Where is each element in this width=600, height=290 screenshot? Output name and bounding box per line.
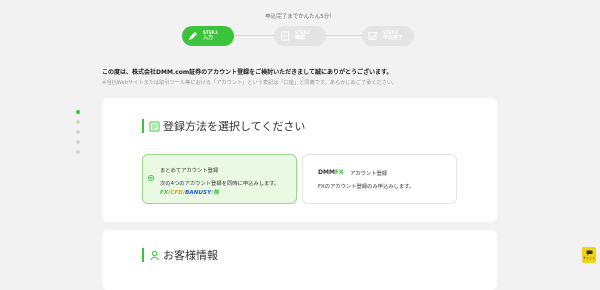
brand-logos: FX/CFD/BANUSY/株 xyxy=(160,190,219,196)
brand-banusy: BANUSY xyxy=(185,190,212,196)
nav-dot-1[interactable] xyxy=(76,110,80,114)
intro-text: この度は、株式会社DMM.com証券のアカウント登録をご検討いただきまして誠にあ… xyxy=(102,69,393,76)
checkbox-icon xyxy=(368,32,378,40)
account-note: ※当社Webサイトまたは取引ツール等における「アカウント」という表記は「口座」と… xyxy=(102,80,398,86)
option-bulk-description: 次の4つのアカウント登録を同時に申込みします。 xyxy=(160,181,280,187)
fx-logo-text: FX xyxy=(334,169,344,176)
pencil-icon xyxy=(189,32,197,40)
step-2-label: 確認 xyxy=(295,35,306,41)
brand-cfd: CFD xyxy=(170,190,183,196)
brand-fx: FX xyxy=(160,190,169,196)
step-2: STEP.2 確認 xyxy=(274,26,326,46)
step-3: STEP.3 申込完了 xyxy=(362,26,414,46)
section-navigation-dots xyxy=(76,110,80,160)
section-title-text: お客様情報 xyxy=(163,249,218,262)
brand-stock: 株 xyxy=(213,190,219,196)
step-indicator: STEP.1 入力 STEP.2 確認 STEP.3 申込完了 xyxy=(0,24,600,48)
top-note: 申込完了までかんたん5分！ xyxy=(265,14,335,20)
registration-method-card: 登録方法を選択してください まとめてアカウント登録 次の4つのアカウント登録を同… xyxy=(102,98,497,222)
section-title-customer-info: お客様情報 xyxy=(142,248,218,262)
list-icon xyxy=(149,121,160,131)
step-1: STEP.1 入力 xyxy=(182,26,234,46)
step-3-label: 申込完了 xyxy=(383,35,404,41)
nav-dot-2[interactable] xyxy=(76,120,80,124)
option-bulk-title: まとめてアカウント登録 xyxy=(160,168,219,174)
dmm-logo-text: DMM xyxy=(318,169,335,176)
option-fx-only-registration[interactable]: DMMFX アカウント登録 FXのアカウント登録のみ申込みします。 xyxy=(302,154,457,204)
radio-selected[interactable] xyxy=(148,175,154,181)
nav-dot-5[interactable] xyxy=(76,150,80,154)
nav-dot-4[interactable] xyxy=(76,140,80,144)
chat-button[interactable]: チャット xyxy=(582,247,596,263)
dmm-fx-logo: DMMFX xyxy=(318,169,344,176)
document-icon xyxy=(281,31,289,41)
section-title-registration-method: 登録方法を選択してください xyxy=(142,119,305,133)
nav-dot-3[interactable] xyxy=(76,130,80,134)
option-fx-title: アカウント登録 xyxy=(350,171,388,177)
chat-label: チャット xyxy=(583,256,595,260)
section-title-text: 登録方法を選択してください xyxy=(163,120,306,133)
person-icon xyxy=(150,250,159,260)
customer-info-card: お客様情報 xyxy=(102,230,497,290)
option-fx-description: FXのアカウント登録のみ申込みします。 xyxy=(318,184,415,190)
step-1-label: 入力 xyxy=(203,35,214,41)
option-bulk-registration[interactable]: まとめてアカウント登録 次の4つのアカウント登録を同時に申込みします。 FX/C… xyxy=(142,154,297,204)
